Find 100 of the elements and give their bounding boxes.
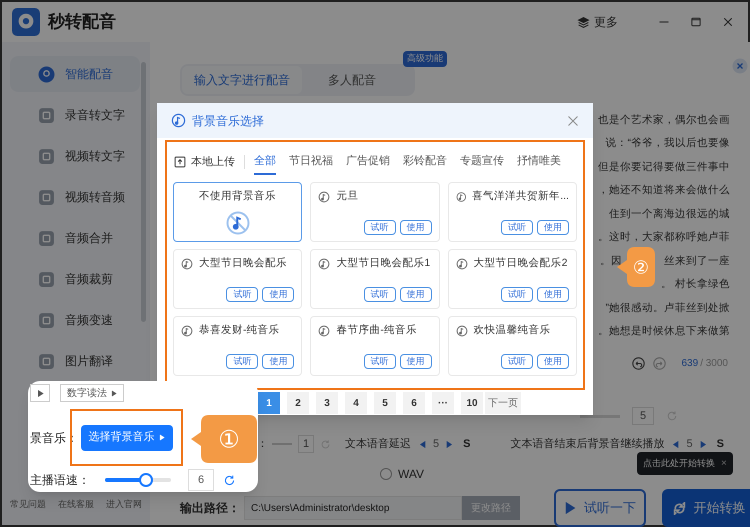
card-action-button[interactable]: 试听 [226, 354, 258, 369]
page-button[interactable]: ··· [432, 392, 454, 414]
card-action-button[interactable]: 试听 [364, 287, 396, 302]
tool-icon [38, 106, 55, 124]
music-note-icon [318, 324, 330, 337]
page-button[interactable]: 10 [461, 392, 483, 414]
music-card[interactable]: 大型节日晚会配乐1 试听 使用 [310, 249, 440, 309]
page-button[interactable]: 6 [403, 392, 425, 414]
upload-button[interactable]: 本地上传 [171, 154, 235, 170]
card-action-button[interactable]: 使用 [400, 220, 432, 235]
card-action-button[interactable]: 试听 [226, 287, 258, 302]
slider-thumb[interactable] [138, 473, 153, 487]
tooltip-text: 点击此处开始转换 [643, 456, 715, 470]
card-title: 不使用背景音乐 [199, 189, 276, 204]
music-card[interactable]: 大型节日晚会配乐 试听 使用 [173, 249, 302, 309]
tooltip-close-button[interactable]: × [721, 456, 727, 471]
page-button[interactable]: 5 [374, 392, 396, 414]
play-icon [564, 502, 576, 514]
card-action-button[interactable]: 使用 [536, 220, 569, 235]
card-action-button[interactable]: 使用 [536, 354, 569, 369]
reset-icon[interactable] [223, 474, 236, 486]
category-tab[interactable]: 抒情唯美 [517, 149, 561, 175]
char-count: 639 [682, 357, 698, 371]
music-card[interactable]: 大型节日晚会配乐2 试听 使用 [448, 249, 577, 309]
page-button[interactable]: 4 [345, 392, 367, 414]
page-button[interactable]: 1 [258, 392, 280, 414]
music-note-icon [456, 324, 468, 337]
card-title: 喜气洋洋共贺新年... [472, 189, 569, 204]
next-page-button[interactable]: 下一页 [485, 392, 521, 414]
play-button[interactable] [30, 384, 50, 402]
card-action-button[interactable]: 试听 [364, 354, 396, 369]
footer-link[interactable]: 常见问题 [10, 498, 46, 511]
reading-mode-button[interactable]: 数字读法 [60, 384, 124, 402]
more-button[interactable]: 更多 [577, 13, 618, 31]
music-note-icon [171, 113, 186, 128]
card-action-button[interactable]: 使用 [400, 287, 432, 302]
text-fragment: 丝来到了一座 [664, 254, 730, 269]
select-music-button[interactable]: 选择背景音乐 [80, 424, 172, 450]
music-card[interactable]: 恭喜发财-纯音乐 试听 使用 [173, 316, 302, 376]
category-tab[interactable]: 专题宣传 [460, 149, 504, 175]
category-tab[interactable]: 广告促销 [346, 149, 390, 175]
convert-icon [672, 502, 686, 514]
sidebar-item[interactable]: 视频转文字 [10, 138, 140, 174]
sidebar-item[interactable]: 录音转文字 [10, 97, 140, 133]
undo-icon[interactable] [632, 357, 644, 370]
path-field[interactable]: C:\Users\Administrator\desktop [244, 496, 462, 520]
sidebar-item[interactable]: 视频转音频 [10, 179, 140, 215]
card-action-button[interactable]: 使用 [536, 287, 569, 302]
music-card[interactable]: 元旦 试听 使用 [310, 182, 440, 242]
slider-track [580, 414, 620, 418]
category-tab[interactable]: 节日祝福 [289, 149, 333, 175]
text-fragment: 但是你要记得要做三件事中 [598, 160, 730, 175]
increase-arrow-icon[interactable] [698, 440, 707, 448]
text-fragment: 。她想是时候休息下来做第 [598, 324, 730, 340]
decrease-arrow-icon[interactable] [419, 440, 427, 448]
radio-button[interactable] [380, 468, 392, 480]
decrease-arrow-icon[interactable] [672, 440, 680, 448]
music-card[interactable]: 不使用背景音乐 [173, 182, 302, 242]
start-button[interactable]: 开始转换 [662, 489, 750, 527]
sidebar-item[interactable]: 图片翻译 [10, 343, 140, 379]
card-title: 欢快温馨纯音乐 [474, 323, 551, 338]
music-note-icon [181, 324, 193, 337]
card-action-button[interactable]: 试听 [500, 220, 533, 235]
music-card[interactable]: 喜气洋洋共贺新年... 试听 使用 [448, 182, 577, 242]
card-action-button[interactable]: 试听 [364, 220, 396, 235]
sidebar-item[interactable]: 音频合并 [10, 220, 140, 256]
sidebar-item[interactable]: 音频裁剪 [10, 261, 140, 297]
sidebar-item[interactable]: 音频变速 [10, 302, 140, 338]
close-icon[interactable] [567, 114, 579, 126]
card-action-button[interactable]: 使用 [262, 354, 294, 369]
card-action-button[interactable]: 试听 [500, 287, 533, 302]
card-action-button[interactable]: 试听 [500, 354, 533, 369]
footer-link[interactable]: 进入官网 [106, 498, 142, 511]
close-icon[interactable] [722, 16, 734, 28]
sidebar-item[interactable]: 智能配音 [10, 56, 140, 92]
increase-arrow-icon[interactable] [445, 440, 454, 448]
upload-icon [174, 156, 186, 168]
speed-value-box: 6 [188, 469, 214, 491]
maximize-icon[interactable] [690, 16, 702, 28]
page-button[interactable]: 3 [316, 392, 338, 414]
layers-icon [577, 16, 590, 28]
category-tab[interactable]: 全部 [254, 149, 276, 175]
tab[interactable]: 多人配音 [316, 66, 388, 94]
card-action-button[interactable]: 使用 [400, 354, 432, 369]
card-action-button[interactable]: 使用 [262, 287, 294, 302]
close-circle-icon[interactable] [732, 58, 748, 74]
card-title: 春节序曲-纯音乐 [336, 323, 417, 338]
preview-button[interactable]: 试听一下 [554, 489, 646, 527]
footer-link[interactable]: 在线客服 [58, 498, 94, 511]
music-card[interactable]: 春节序曲-纯音乐 试听 使用 [310, 316, 440, 376]
output-label: 输出路径： [180, 500, 241, 517]
music-note-icon [318, 258, 330, 270]
redo-icon[interactable] [652, 357, 666, 370]
page-button[interactable]: 2 [287, 392, 309, 414]
card-title: 大型节日晚会配乐1 [336, 256, 430, 271]
tab[interactable]: 输入文字进行配音 [182, 66, 302, 94]
text-fragment: 。这时，大家都称呼她卢菲 [598, 230, 730, 246]
music-card[interactable]: 欢快温馨纯音乐 试听 使用 [448, 316, 577, 376]
category-tab[interactable]: 彩铃配音 [403, 149, 447, 175]
text-fragment: ，她还不知道将来会做什么 [598, 183, 730, 198]
